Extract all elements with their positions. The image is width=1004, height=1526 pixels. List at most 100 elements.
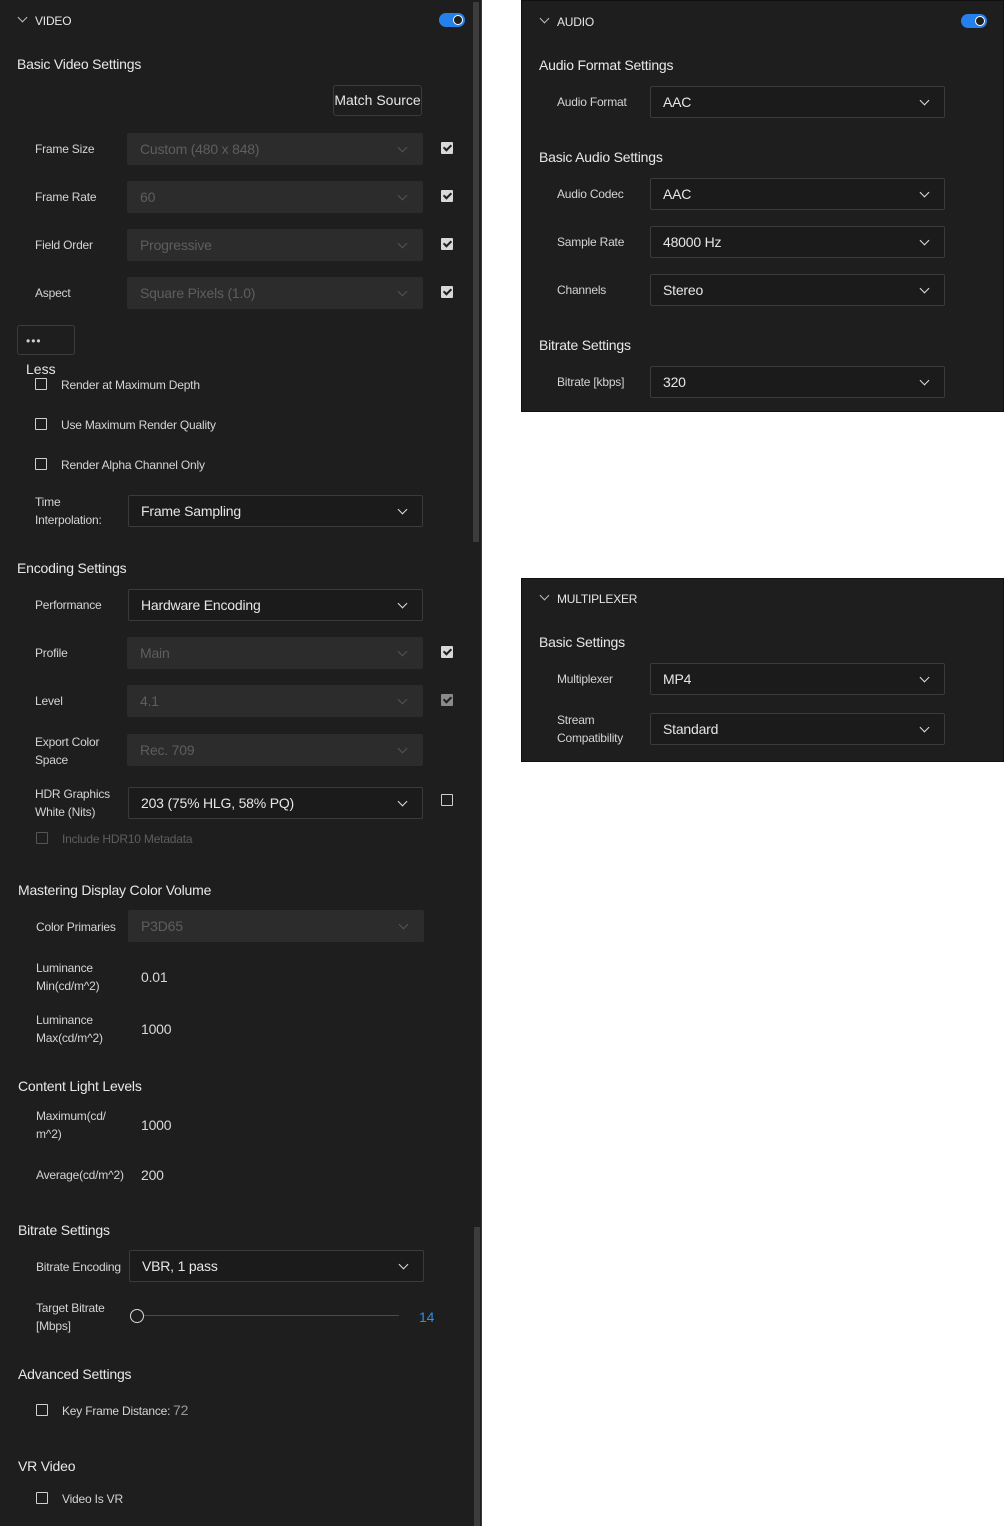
sample-rate-label: Sample Rate (557, 235, 625, 249)
chevron-down-icon (397, 646, 408, 657)
target-bitrate-label: Target Bitrate [Mbps] (36, 1299, 105, 1335)
hdr-white-checkbox[interactable] (441, 794, 453, 806)
cll-maximum-value[interactable]: 1000 (141, 1117, 172, 1133)
target-bitrate-slider-handle[interactable] (130, 1309, 144, 1323)
hdr-graphics-white-value: 203 (75% HLG, 58% PQ) (141, 795, 294, 811)
chevron-down-icon (397, 286, 408, 297)
hdr-graphics-white-dropdown[interactable]: 203 (75% HLG, 58% PQ) (128, 787, 423, 819)
frame-size-match-checkbox[interactable] (441, 142, 453, 154)
render-alpha-checkbox[interactable] (35, 458, 47, 470)
collapse-audio-icon[interactable] (539, 13, 550, 24)
lum-min-label-line1: Luminance (36, 961, 93, 975)
chevron-down-icon (397, 694, 408, 705)
less-button[interactable]: ••• Less (17, 325, 75, 377)
render-max-depth-checkbox[interactable] (35, 378, 47, 390)
cll-average-value[interactable]: 200 (141, 1167, 164, 1183)
stream-label-line2: Compatibility (557, 731, 624, 745)
audio-bitrate-value: 320 (663, 374, 686, 390)
video-header: VIDEO (35, 14, 72, 28)
aspect-dropdown[interactable]: Square Pixels (1.0) (127, 277, 423, 309)
video-scrollbar-thumb[interactable] (473, 2, 479, 542)
bitrate-encoding-label: Bitrate Encoding (36, 1260, 121, 1274)
channels-dropdown[interactable]: Stereo (650, 274, 945, 306)
chevron-down-icon (919, 283, 930, 294)
luminance-max-label: Luminance Max(cd/m^2) (36, 1011, 103, 1047)
export-color-space-dropdown[interactable]: Rec. 709 (127, 734, 423, 766)
level-checkbox[interactable] (441, 694, 453, 706)
time-interpolation-label-line2: Interpolation: (35, 513, 102, 527)
audio-codec-label: Audio Codec (557, 187, 624, 201)
audio-codec-dropdown[interactable]: AAC (650, 178, 945, 210)
stream-label-line1: Stream (557, 713, 595, 727)
collapse-multiplexer-icon[interactable] (539, 590, 550, 601)
bitrate-settings-title: Bitrate Settings (18, 1222, 110, 1238)
multiplexer-dropdown[interactable]: MP4 (650, 663, 945, 695)
more-dots-icon: ••• (26, 334, 42, 348)
time-interpolation-dropdown[interactable]: Frame Sampling (128, 495, 423, 527)
chevron-down-icon (397, 598, 408, 609)
field-order-label: Field Order (35, 238, 93, 252)
level-value: 4.1 (140, 693, 159, 709)
audio-header: AUDIO (557, 15, 595, 29)
level-label: Level (35, 694, 63, 708)
keyframe-distance-value[interactable]: 72 (173, 1402, 188, 1418)
stream-compatibility-label: Stream Compatibility (557, 711, 623, 747)
target-bitrate-value[interactable]: 14 (419, 1309, 434, 1325)
audio-bitrate-dropdown[interactable]: 320 (650, 366, 945, 398)
export-color-space-label: Export Color Space (35, 733, 99, 769)
collapse-video-icon[interactable] (17, 12, 28, 23)
target-bitrate-label-line1: Target Bitrate (36, 1301, 105, 1315)
include-hdr10-checkbox[interactable] (36, 832, 48, 844)
bitrate-encoding-value: VBR, 1 pass (142, 1258, 218, 1274)
profile-value: Main (140, 645, 170, 661)
sample-rate-dropdown[interactable]: 48000 Hz (650, 226, 945, 258)
chevron-down-icon (919, 95, 930, 106)
hdr-white-label-line2: White (Nits) (35, 805, 96, 819)
audio-enable-toggle[interactable] (961, 14, 987, 28)
audio-format-value: AAC (663, 94, 692, 110)
max-render-quality-checkbox[interactable] (35, 418, 47, 430)
color-primaries-dropdown[interactable]: P3D65 (128, 910, 424, 942)
audio-format-dropdown[interactable]: AAC (650, 86, 945, 118)
lum-min-label-line2: Min(cd/m^2) (36, 979, 100, 993)
video-enable-toggle[interactable] (439, 13, 465, 27)
performance-label: Performance (35, 598, 102, 612)
aspect-match-checkbox[interactable] (441, 286, 453, 298)
performance-dropdown[interactable]: Hardware Encoding (128, 589, 423, 621)
stream-compatibility-dropdown[interactable]: Standard (650, 713, 945, 745)
chevron-down-icon (398, 1259, 409, 1270)
multiplexer-value: MP4 (663, 671, 692, 687)
luminance-min-label: Luminance Min(cd/m^2) (36, 959, 100, 995)
chevron-down-icon (919, 235, 930, 246)
target-bitrate-slider-track[interactable] (137, 1315, 399, 1316)
cll-average-label: Average(cd/m^2) (36, 1168, 124, 1182)
frame-size-dropdown[interactable]: Custom (480 x 848) (127, 133, 423, 165)
export-color-space-value: Rec. 709 (140, 742, 195, 758)
keyframe-distance-label: Key Frame Distance: (62, 1404, 171, 1418)
luminance-max-value[interactable]: 1000 (141, 1021, 172, 1037)
field-order-match-checkbox[interactable] (441, 238, 453, 250)
luminance-min-value[interactable]: 0.01 (141, 969, 168, 985)
video-panel-scrolled: Include HDR10 Metadata Mastering Display… (0, 825, 482, 1526)
audio-format-settings-title: Audio Format Settings (539, 57, 674, 73)
max-render-quality-label: Use Maximum Render Quality (61, 418, 216, 432)
level-dropdown[interactable]: 4.1 (127, 685, 423, 717)
advanced-settings-title: Advanced Settings (18, 1366, 132, 1382)
keyframe-distance-checkbox[interactable] (36, 1404, 48, 1416)
frame-rate-dropdown[interactable]: 60 (127, 181, 423, 213)
video-scrollbar-thumb-lower[interactable] (474, 1227, 480, 1526)
field-order-dropdown[interactable]: Progressive (127, 229, 423, 261)
video-panel: VIDEO Basic Video Settings Match Source … (0, 0, 482, 825)
profile-checkbox[interactable] (441, 646, 453, 658)
frame-rate-match-checkbox[interactable] (441, 190, 453, 202)
cll-max-label-line1: Maximum(cd/ (36, 1109, 106, 1123)
frame-rate-label: Frame Rate (35, 190, 97, 204)
include-hdr10-label: Include HDR10 Metadata (62, 832, 193, 846)
video-is-vr-checkbox[interactable] (36, 1492, 48, 1504)
field-order-value: Progressive (140, 237, 212, 253)
audio-format-label: Audio Format (557, 95, 627, 109)
match-source-button[interactable]: Match Source (333, 85, 422, 116)
bitrate-encoding-dropdown[interactable]: VBR, 1 pass (129, 1250, 424, 1282)
profile-dropdown[interactable]: Main (127, 637, 423, 669)
time-interpolation-label: Time Interpolation: (35, 493, 102, 529)
